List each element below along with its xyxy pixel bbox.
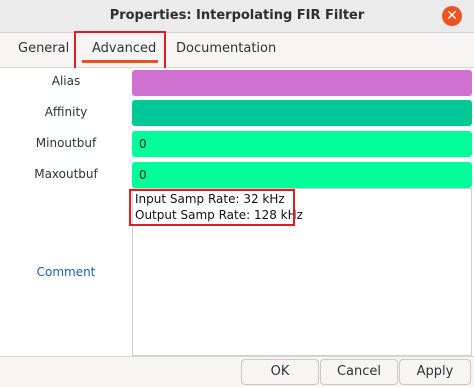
- cancel-button[interactable]: Cancel: [320, 359, 398, 385]
- maxoutbuf-field[interactable]: 0: [132, 162, 472, 188]
- tab-documentation[interactable]: Documentation: [176, 41, 276, 56]
- comment-highlight: [129, 189, 295, 226]
- minoutbuf-label: Minoutbuf: [35, 136, 97, 150]
- button-bar: OK Cancel Apply: [0, 357, 474, 387]
- minoutbuf-field[interactable]: 0: [132, 131, 472, 157]
- maxoutbuf-label: Maxoutbuf: [34, 167, 98, 181]
- alias-field[interactable]: [132, 70, 472, 96]
- close-icon: ✕: [446, 8, 458, 24]
- close-button[interactable]: ✕: [442, 6, 462, 26]
- advanced-tab-highlight: [74, 31, 166, 72]
- ok-button[interactable]: OK: [241, 359, 319, 385]
- affinity-field[interactable]: [132, 100, 472, 126]
- window-title: Properties: Interpolating FIR Filter: [109, 8, 365, 23]
- title-bar: Properties: Interpolating FIR Filter ✕: [0, 0, 474, 33]
- apply-button[interactable]: Apply: [399, 359, 471, 385]
- affinity-label: Affinity: [44, 105, 88, 119]
- comment-label: Comment: [36, 265, 96, 279]
- alias-label: Alias: [51, 74, 81, 88]
- tab-bar: General Advanced Documentation: [0, 33, 474, 68]
- tab-general[interactable]: General: [18, 41, 69, 56]
